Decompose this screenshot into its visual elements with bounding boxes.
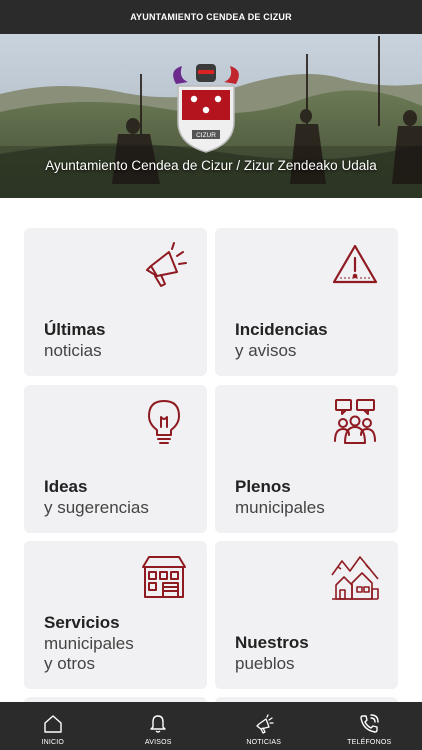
card-subtitle: y avisos: [235, 341, 297, 360]
bottom-tab-bar: INICIO AVISOS NOTICIAS TELÉFONOS: [0, 702, 422, 750]
tab-inicio[interactable]: INICIO: [0, 702, 106, 750]
lightbulb-icon: [148, 400, 180, 444]
card-subtitle: municipales: [235, 498, 325, 517]
hero-banner: CIZUR Ayuntamiento Cendea de Cizur / Ziz…: [0, 34, 422, 198]
village-icon: [331, 556, 379, 600]
bell-icon: [150, 715, 166, 733]
card-subtitle: noticias: [44, 341, 102, 360]
card-servicios-municipales[interactable]: Servicios municipales y otros: [24, 541, 207, 689]
card-plenos-municipales[interactable]: Plenos municipales: [215, 385, 398, 533]
tab-label: AVISOS: [144, 739, 172, 746]
phone-icon: [360, 714, 379, 733]
tab-label: INICIO: [41, 739, 65, 746]
app-title: AYUNTAMIENTO CENDEA DE CIZUR: [130, 12, 292, 22]
card-subtitle: pueblos: [235, 654, 295, 673]
megaphone-icon: [146, 242, 187, 287]
megaphone-icon: [256, 714, 274, 734]
building-icon: [142, 556, 186, 598]
card-ultimas-noticias[interactable]: Últimas noticias: [24, 228, 207, 376]
card-title: Últimas: [44, 320, 106, 339]
warning-icon: [332, 244, 378, 284]
tab-avisos[interactable]: AVISOS: [106, 702, 212, 750]
tab-telefonos[interactable]: TELÉFONOS: [317, 702, 422, 750]
hero-caption: Ayuntamiento Cendea de Cizur / Zizur Zen…: [45, 158, 377, 173]
card-title: Nuestros: [235, 633, 309, 652]
coat-of-arms-logo: CIZUR: [173, 64, 239, 153]
tab-noticias[interactable]: NOTICIAS: [211, 702, 317, 750]
card-title: Servicios: [44, 613, 120, 632]
card-incidencias-avisos[interactable]: Incidencias y avisos: [215, 228, 398, 376]
card-ideas-sugerencias[interactable]: Ideas y sugerencias: [24, 385, 207, 533]
card-nuestros-pueblos[interactable]: Nuestros pueblos: [215, 541, 398, 689]
card-title: Incidencias: [235, 320, 328, 339]
tab-label: TELÉFONOS: [347, 739, 392, 746]
meeting-icon: [334, 399, 376, 444]
card-subtitle: y sugerencias: [44, 498, 149, 517]
card-subtitle-2: y otros: [44, 654, 96, 673]
card-subtitle: municipales: [44, 634, 134, 653]
crest-label: CIZUR: [196, 132, 216, 139]
tab-label: NOTICIAS: [246, 739, 282, 746]
card-title: Ideas: [44, 477, 88, 496]
app-header: AYUNTAMIENTO CENDEA DE CIZUR: [0, 0, 422, 34]
home-icon: [44, 715, 62, 733]
card-title: Plenos: [235, 477, 291, 496]
